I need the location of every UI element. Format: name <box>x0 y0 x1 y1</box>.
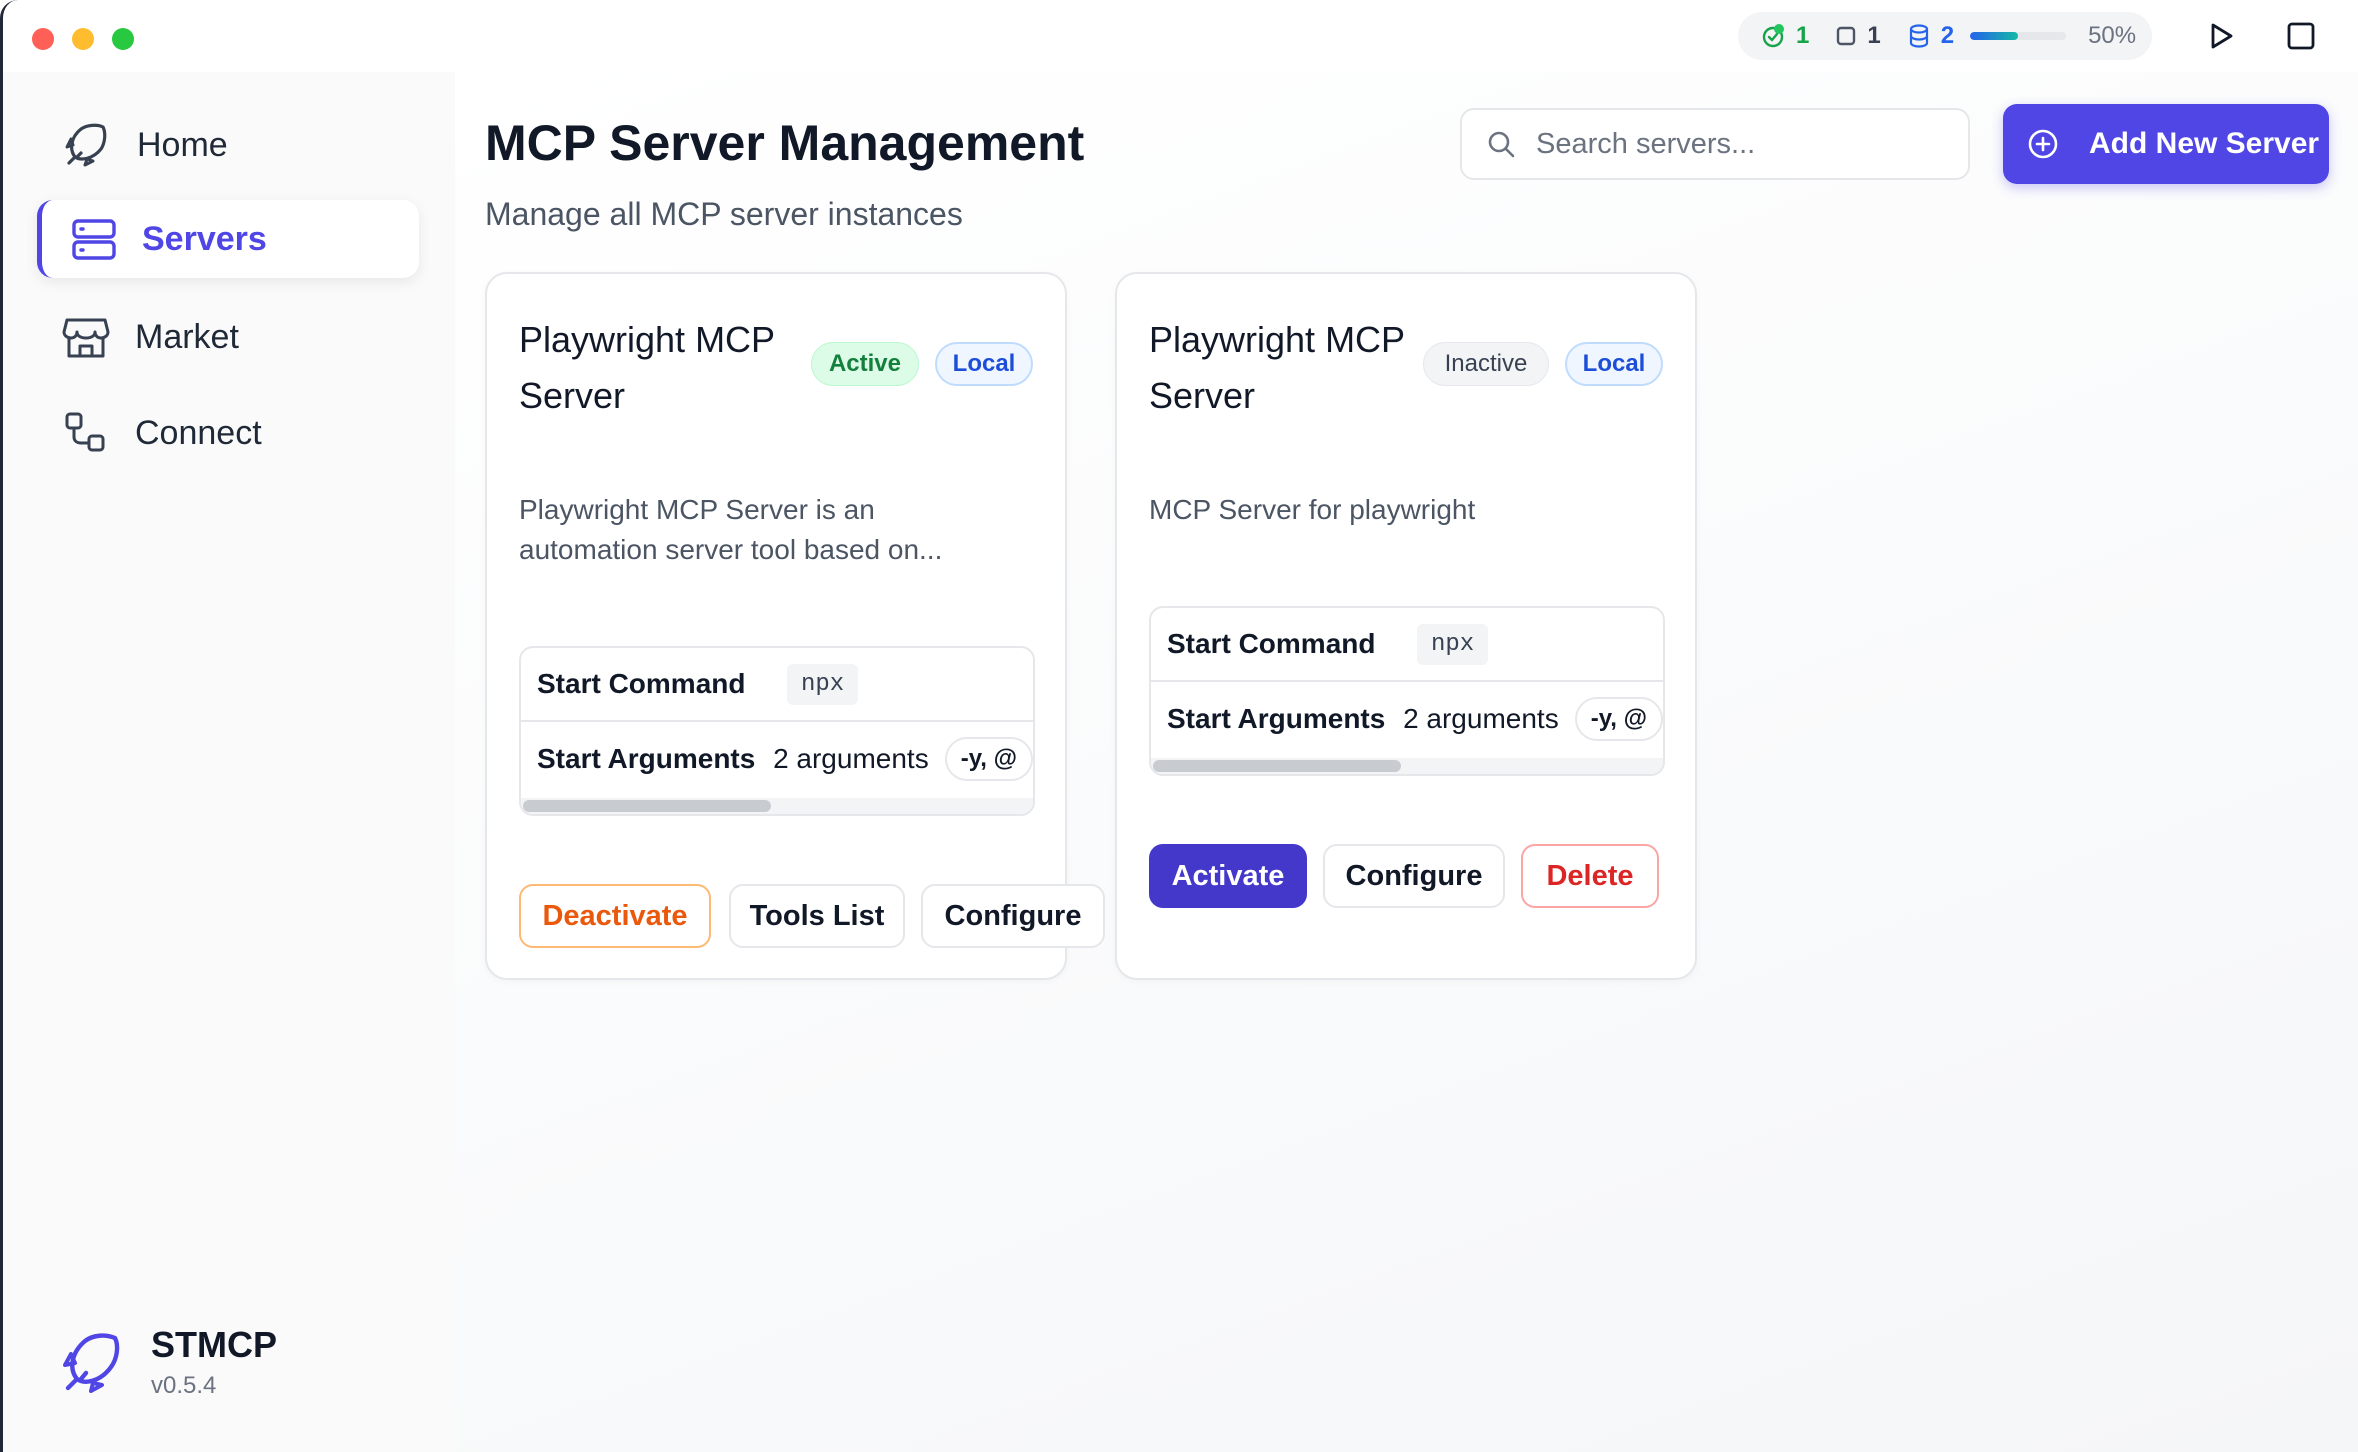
sidebar-item-market[interactable]: Market <box>37 298 419 376</box>
configure-button[interactable]: Configure <box>1323 844 1505 908</box>
usage-progress <box>1970 32 2067 40</box>
search-box[interactable] <box>1460 108 1970 180</box>
server-card-description: MCP Server for playwright <box>1149 494 1476 525</box>
sidebar-item-home[interactable]: Home <box>37 106 419 184</box>
close-window-button[interactable] <box>32 28 54 50</box>
argument-chip: -y, @ <box>944 737 1033 781</box>
database-icon <box>1909 24 1928 48</box>
tools-list-button[interactable]: Tools List <box>729 884 905 948</box>
add-new-server-button[interactable]: Add New Server <box>2003 104 2329 184</box>
storage-status: 2 <box>1907 22 1954 50</box>
search-input[interactable] <box>1536 127 1956 161</box>
brand: STMCP v0.5.4 <box>59 1324 277 1400</box>
server-card-description: Playwright MCP Server is an automation s… <box>519 494 943 565</box>
horizontal-scrollbar[interactable] <box>521 798 1033 814</box>
play-button[interactable] <box>2203 18 2239 54</box>
start-arguments-count: 2 arguments <box>1403 703 1559 734</box>
start-command-row: Start Command npx <box>1151 608 1663 682</box>
stopped-status: 1 <box>1835 22 1881 50</box>
status-badge: Active <box>811 342 919 386</box>
scrollbar-thumb[interactable] <box>523 800 771 812</box>
page-title: MCP Server Management <box>485 115 1085 171</box>
deactivate-button[interactable]: Deactivate <box>519 884 711 948</box>
stop-icon <box>2287 22 2315 50</box>
rocket-icon <box>65 123 107 167</box>
argument-chip: -y, @ <box>1574 697 1663 741</box>
start-arguments-label: Start Arguments <box>537 743 756 774</box>
sidebar-item-label: Market <box>135 317 239 356</box>
sidebar: Home Servers Market Connect STMCP v0.5.4 <box>3 72 455 1452</box>
app-window: 1 1 2 50% Home Servers Market Connect ST… <box>0 0 2358 1452</box>
stopped-count: 1 <box>1867 22 1881 49</box>
usage-progress-fill <box>1970 32 2019 40</box>
type-badge: Local <box>1565 342 1663 386</box>
start-command-value: npx <box>787 663 859 705</box>
brand-name: STMCP <box>151 1324 277 1365</box>
brand-text: STMCP v0.5.4 <box>151 1324 277 1400</box>
sidebar-item-label: Connect <box>135 413 262 452</box>
main-content: MCP Server Management Manage all MCP ser… <box>455 72 2358 1452</box>
command-box[interactable]: Start Command npx Start Arguments 2 argu… <box>519 646 1035 816</box>
start-command-label: Start Command <box>537 668 746 699</box>
maximize-window-button[interactable] <box>112 28 134 50</box>
title-bar: 1 1 2 50% <box>3 0 2358 72</box>
plus-circle-icon <box>2028 129 2058 159</box>
server-card-title: Playwright MCP Server <box>1149 319 1405 416</box>
add-new-server-label: Add New Server <box>2089 127 2320 160</box>
page-subtitle: Manage all MCP server instances <box>485 196 963 232</box>
scrollbar-thumb[interactable] <box>1153 760 1401 772</box>
status-summary: 1 1 2 50% <box>1738 12 2152 60</box>
sidebar-item-servers[interactable]: Servers <box>37 200 419 278</box>
minimize-window-button[interactable] <box>72 28 94 50</box>
running-check-icon <box>1762 24 1784 48</box>
sidebar-item-connect[interactable]: Connect <box>37 394 419 472</box>
start-command-row: Start Command npx <box>521 648 1033 722</box>
running-status: 1 <box>1760 22 1809 50</box>
start-arguments-count: 2 arguments <box>773 743 929 774</box>
running-count: 1 <box>1796 22 1810 49</box>
status-badge: Inactive <box>1423 342 1549 386</box>
command-box[interactable]: Start Command npx Start Arguments 2 argu… <box>1149 606 1665 776</box>
server-card-title: Playwright MCP Server <box>519 319 775 416</box>
start-command-label: Start Command <box>1167 628 1376 659</box>
usage-percent: 50% <box>2088 22 2137 49</box>
search-icon <box>1488 131 1515 158</box>
play-icon <box>2211 23 2233 49</box>
delete-button[interactable]: Delete <box>1521 844 1659 908</box>
connect-icon <box>65 412 105 452</box>
start-arguments-row: Start Arguments 2 arguments -y, @ <box>521 722 1033 796</box>
activate-button[interactable]: Activate <box>1149 844 1307 908</box>
store-icon <box>62 318 110 358</box>
sidebar-item-label: Servers <box>142 219 267 258</box>
stop-button[interactable] <box>2283 18 2319 54</box>
horizontal-scrollbar[interactable] <box>1151 758 1663 774</box>
start-command-value: npx <box>1417 623 1489 665</box>
start-arguments-row: Start Arguments 2 arguments -y, @ <box>1151 682 1663 756</box>
server-card: Playwright MCP Server Active Local Playw… <box>485 272 1105 980</box>
type-badge: Local <box>935 342 1033 386</box>
configure-button[interactable]: Configure <box>921 884 1105 948</box>
brand-logo-icon <box>63 1333 120 1393</box>
sidebar-item-label: Home <box>137 125 228 164</box>
stopped-square-icon <box>1837 26 1856 46</box>
server-card: Playwright MCP Server Inactive Local MCP… <box>1115 272 1697 980</box>
brand-version: v0.5.4 <box>151 1372 217 1399</box>
server-icon <box>72 219 116 260</box>
start-arguments-label: Start Arguments <box>1167 703 1386 734</box>
storage-count: 2 <box>1940 22 1955 49</box>
